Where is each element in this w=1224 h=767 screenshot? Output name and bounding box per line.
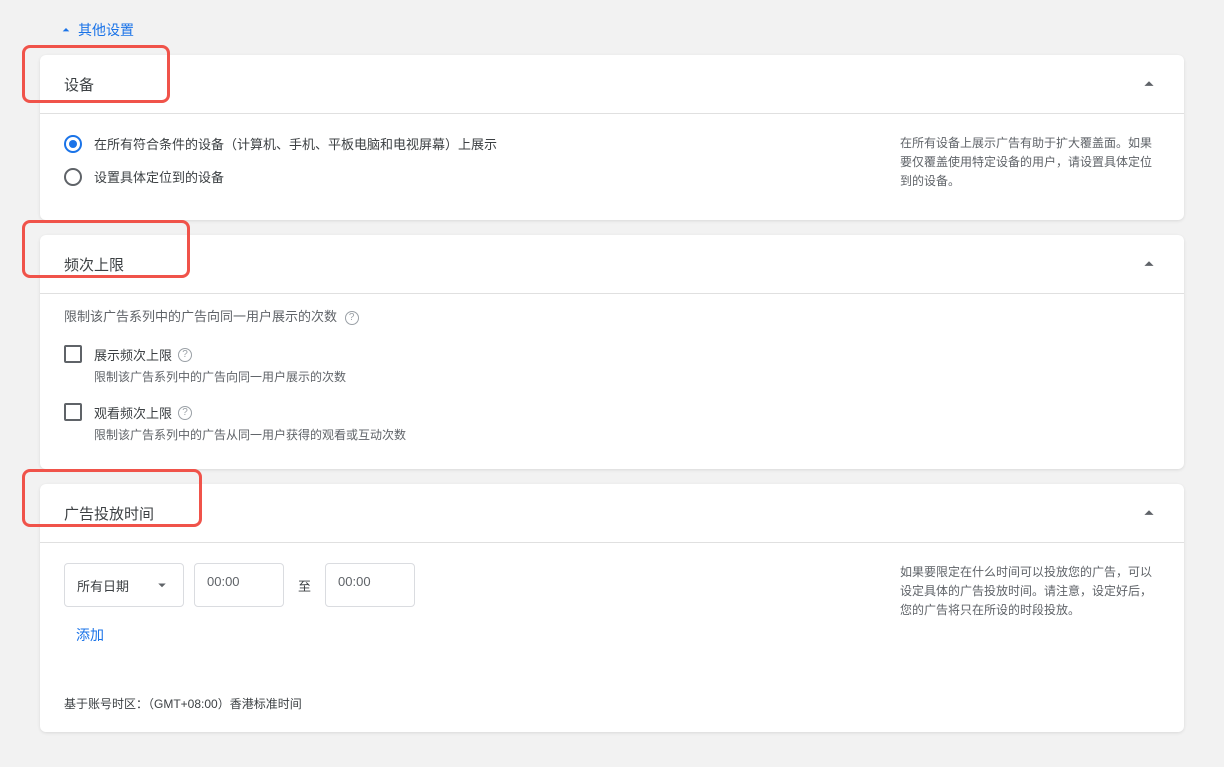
frequency-title: 频次上限 — [64, 254, 124, 275]
radio-selected-icon — [64, 135, 82, 153]
end-time-value: 00:00 — [338, 574, 371, 589]
schedule-title: 广告投放时间 — [64, 503, 154, 524]
device-option-all[interactable]: 在所有符合条件的设备（计算机、手机、平板电脑和电视屏幕）上展示 — [64, 134, 880, 153]
timezone-note: 基于账号时区：（GMT+08:00）香港标准时间 — [40, 695, 1184, 732]
device-option-specific[interactable]: 设置具体定位到的设备 — [64, 167, 880, 186]
help-icon[interactable]: ? — [178, 406, 192, 420]
device-option-specific-label: 设置具体定位到的设备 — [94, 167, 224, 186]
impression-cap-desc: 限制该广告系列中的广告向同一用户展示的次数 — [94, 368, 1160, 385]
chevron-up-icon — [1138, 73, 1160, 95]
help-icon[interactable]: ? — [345, 311, 359, 325]
view-cap-label: 观看频次上限 — [94, 403, 172, 422]
impression-cap-label: 展示频次上限 — [94, 345, 172, 364]
schedule-help-text: 如果要限定在什么时间可以投放您的广告，可以设定具体的广告投放时间。请注意，设定好… — [880, 563, 1160, 675]
end-time-input[interactable]: 00:00 — [325, 563, 415, 607]
time-separator: 至 — [294, 576, 315, 595]
dropdown-arrow-icon — [153, 576, 171, 594]
highlight-annotation — [22, 45, 170, 103]
schedule-card: 广告投放时间 所有日期 00:00 至 00:00 — [40, 484, 1184, 732]
view-cap-desc: 限制该广告系列中的广告从同一用户获得的观看或互动次数 — [94, 426, 1160, 443]
frequency-intro-text: 限制该广告系列中的广告向同一用户展示的次数 — [64, 309, 337, 324]
schedule-card-header[interactable]: 广告投放时间 — [40, 484, 1184, 543]
start-time-value: 00:00 — [207, 574, 240, 589]
frequency-card-header[interactable]: 频次上限 — [40, 235, 1184, 294]
more-settings-label: 其他设置 — [78, 20, 134, 40]
checkbox-unchecked-icon — [64, 403, 82, 421]
start-time-input[interactable]: 00:00 — [194, 563, 284, 607]
help-icon[interactable]: ? — [178, 348, 192, 362]
day-select[interactable]: 所有日期 — [64, 563, 184, 607]
view-cap-option[interactable]: 观看频次上限 ? 限制该广告系列中的广告从同一用户获得的观看或互动次数 — [64, 403, 1160, 443]
device-option-all-label: 在所有符合条件的设备（计算机、手机、平板电脑和电视屏幕）上展示 — [94, 134, 497, 153]
checkbox-unchecked-icon — [64, 345, 82, 363]
add-schedule-button[interactable]: 添加 — [76, 625, 104, 645]
chevron-up-icon — [1138, 502, 1160, 524]
devices-title: 设备 — [64, 74, 94, 95]
devices-help-text: 在所有设备上展示广告有助于扩大覆盖面。如果要仅覆盖使用特定设备的用户，请设置具体… — [880, 134, 1160, 200]
devices-card: 设备 在所有符合条件的设备（计算机、手机、平板电脑和电视屏幕）上展示 设置具体定… — [40, 55, 1184, 220]
chevron-up-icon — [58, 22, 74, 38]
devices-card-header[interactable]: 设备 — [40, 55, 1184, 114]
frequency-card: 频次上限 限制该广告系列中的广告向同一用户展示的次数 ? 展示频次上限 ? 限制… — [40, 235, 1184, 469]
impression-cap-option[interactable]: 展示频次上限 ? 限制该广告系列中的广告向同一用户展示的次数 — [64, 345, 1160, 385]
radio-unselected-icon — [64, 168, 82, 186]
day-select-value: 所有日期 — [77, 576, 129, 595]
more-settings-toggle[interactable]: 其他设置 — [58, 20, 134, 40]
chevron-up-icon — [1138, 253, 1160, 275]
